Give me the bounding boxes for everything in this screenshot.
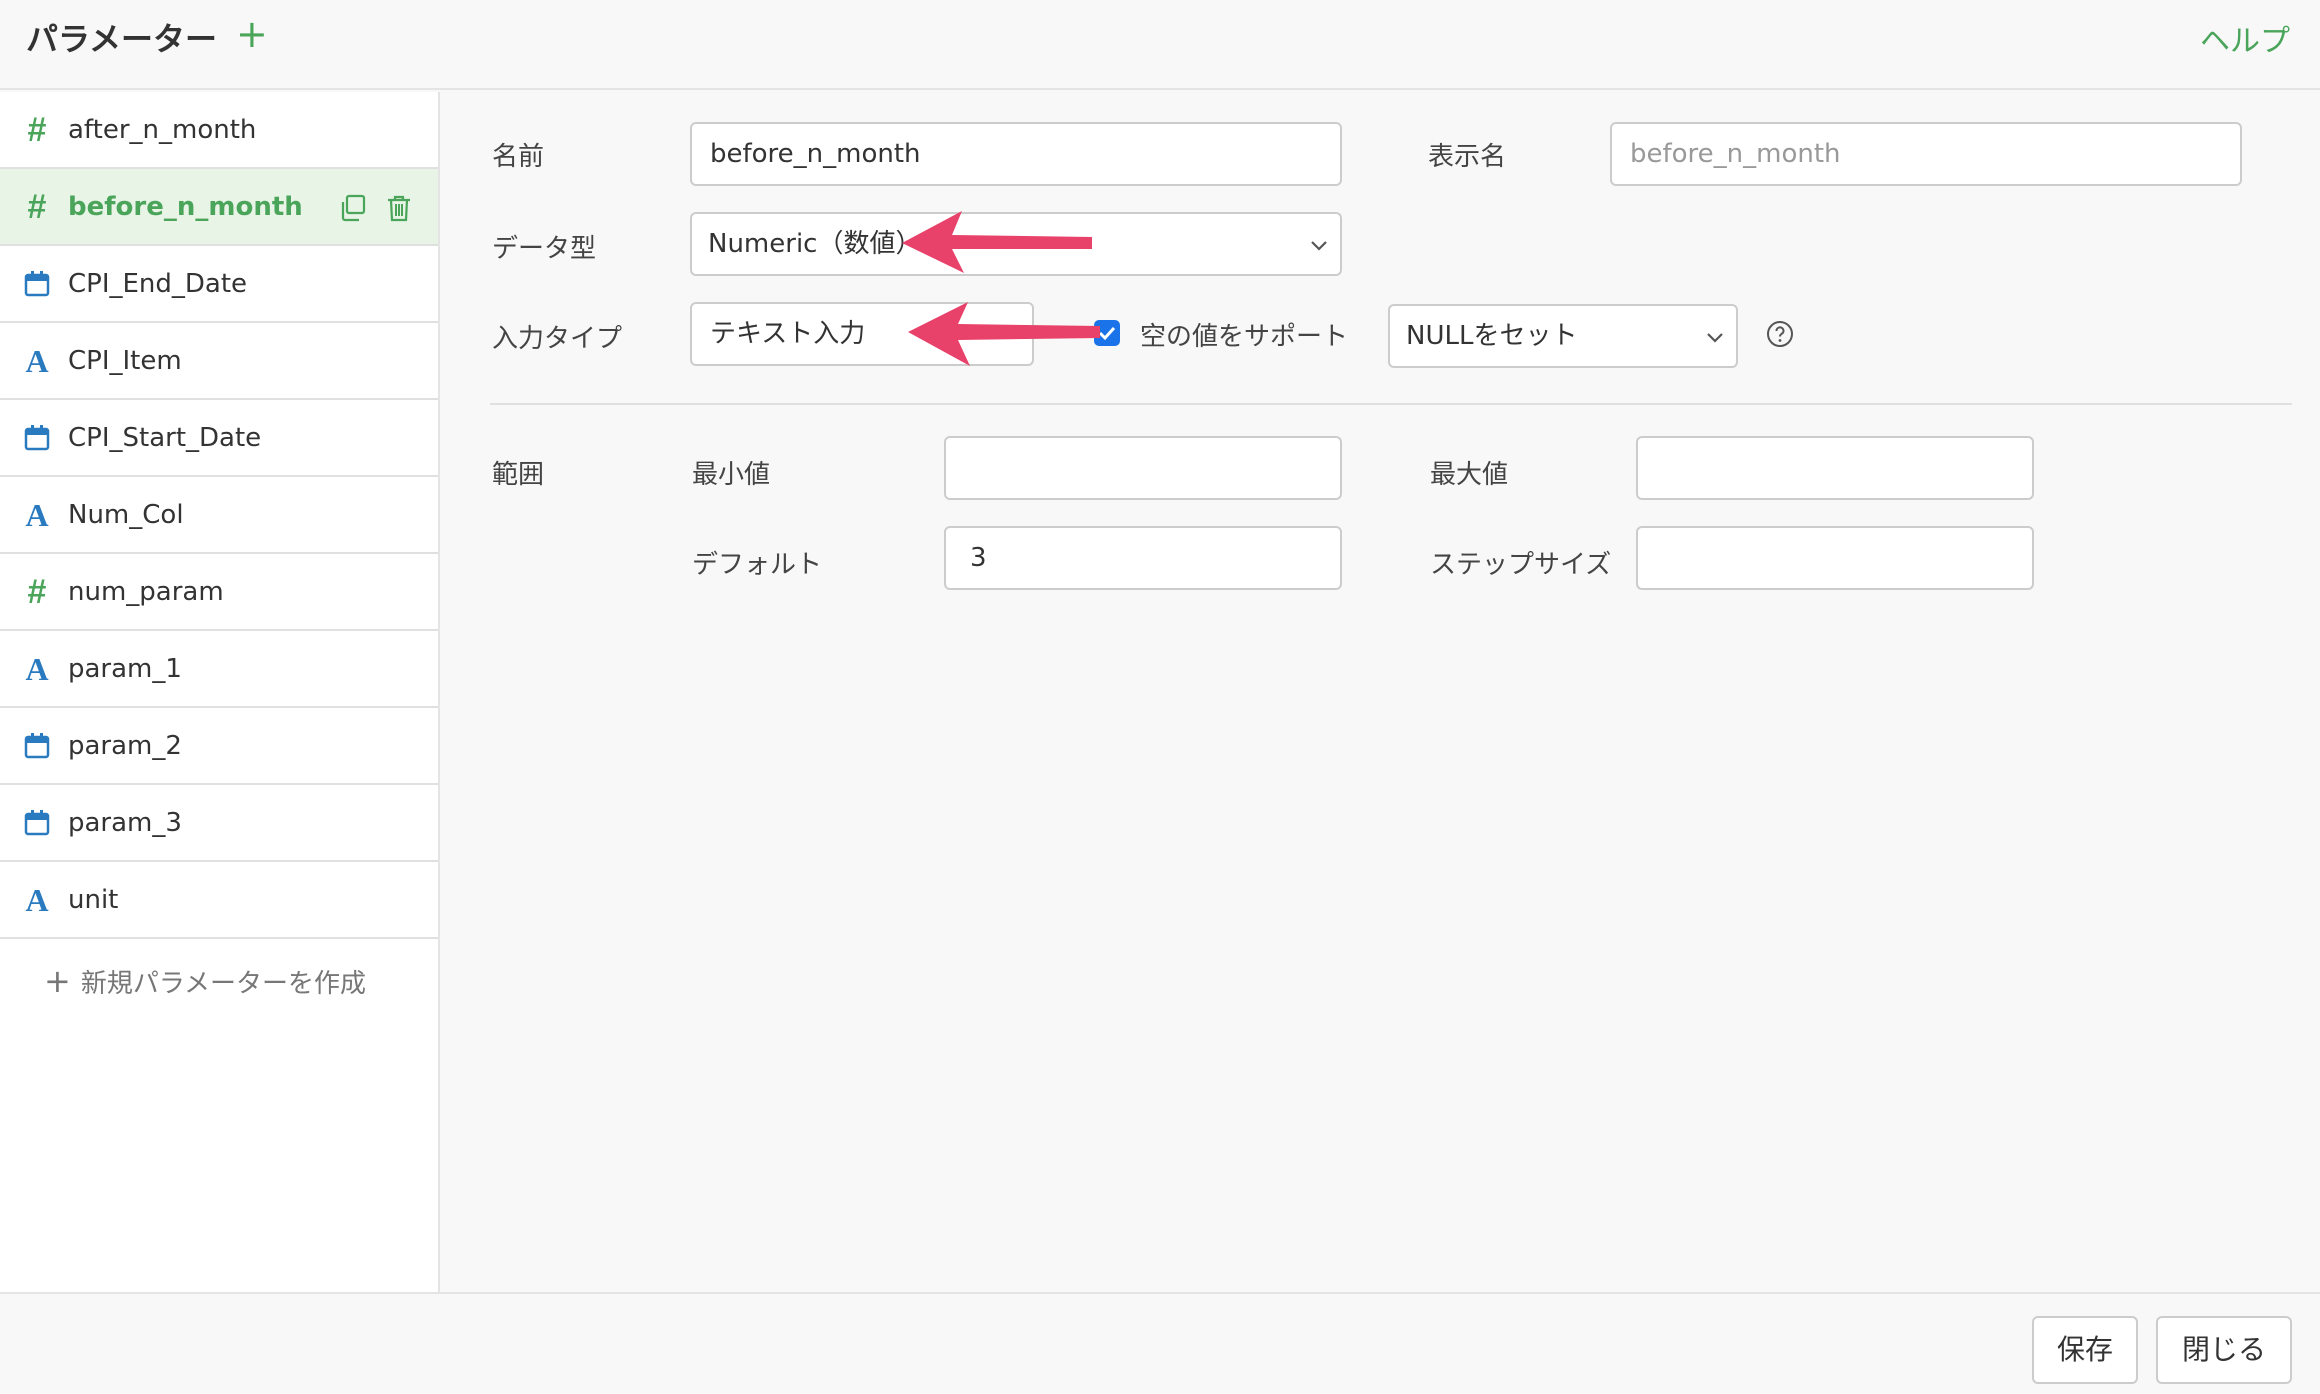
min-value-input[interactable] <box>944 436 1342 500</box>
name-input[interactable]: before_n_month <box>690 122 1342 186</box>
trash-icon[interactable] <box>384 193 414 223</box>
section-divider <box>490 403 2292 405</box>
sidebar-item-label: param_1 <box>68 654 182 684</box>
data-type-label: データ型 <box>492 234 597 264</box>
null-option-value: NULLをセット <box>1406 321 1578 351</box>
sidebar-item-param-2[interactable]: param_2 <box>0 708 438 785</box>
calendar-icon <box>24 733 50 759</box>
display-name-label: 表示名 <box>1428 142 1507 172</box>
plus-icon: + <box>44 962 71 1000</box>
close-button[interactable]: 閉じる <box>2156 1316 2292 1384</box>
sidebar-item-label: param_2 <box>68 731 182 761</box>
sidebar-item-label: CPI_End_Date <box>68 269 248 299</box>
step-size-label: ステップサイズ <box>1430 550 1612 580</box>
sidebar-item-unit[interactable]: A unit <box>0 862 438 939</box>
hash-icon: # <box>27 187 47 226</box>
new-parameter-button[interactable]: + 新規パラメーターを作成 <box>44 962 366 1000</box>
sidebar-item-cpi-end-date[interactable]: CPI_End_Date <box>0 246 438 323</box>
chevron-down-icon <box>1311 241 1327 251</box>
sidebar-item-label: CPI_Start_Date <box>68 423 262 453</box>
name-label: 名前 <box>492 142 545 172</box>
chevron-down-icon <box>1707 333 1723 343</box>
calendar-icon <box>24 810 50 836</box>
parameter-sidebar: # after_n_month # before_n_month CPI_End… <box>0 92 440 1292</box>
copy-icon[interactable] <box>338 193 368 223</box>
sidebar-item-label: CPI_Item <box>68 346 182 376</box>
dialog-header: パラメーター + ヘルプ <box>0 0 2320 90</box>
empty-value-label: 空の値をサポート <box>1140 322 1349 352</box>
step-size-input[interactable] <box>1636 526 2034 590</box>
max-value-input[interactable] <box>1636 436 2034 500</box>
sidebar-item-label: num_param <box>68 577 224 607</box>
input-type-label: 入力タイプ <box>492 324 623 354</box>
max-label: 最大値 <box>1430 460 1509 490</box>
sidebar-item-num-param[interactable]: # num_param <box>0 554 438 631</box>
sidebar-item-label: Num_Col <box>68 500 184 530</box>
data-type-value: Numeric（数値） <box>708 229 922 259</box>
calendar-icon <box>24 425 50 451</box>
check-icon <box>1098 326 1116 341</box>
sidebar-item-param-1[interactable]: A param_1 <box>0 631 438 708</box>
default-label: デフォルト <box>692 550 823 580</box>
hash-icon: # <box>27 110 47 149</box>
help-icon[interactable] <box>1766 320 1794 348</box>
calendar-icon <box>24 271 50 297</box>
sidebar-item-label: after_n_month <box>68 115 257 145</box>
sidebar-item-after-n-month[interactable]: # after_n_month <box>0 92 438 169</box>
null-option-select[interactable]: NULLをセット <box>1388 304 1738 368</box>
text-type-icon: A <box>25 496 49 533</box>
sidebar-item-before-n-month[interactable]: # before_n_month <box>0 169 438 246</box>
help-link[interactable]: ヘルプ <box>2200 16 2290 60</box>
sidebar-item-label: before_n_month <box>68 192 303 222</box>
default-value-input[interactable]: 3 <box>944 526 1342 590</box>
save-button[interactable]: 保存 <box>2032 1316 2138 1384</box>
sidebar-item-param-3[interactable]: param_3 <box>0 785 438 862</box>
min-label: 最小値 <box>692 460 771 490</box>
plus-icon[interactable]: + <box>236 14 268 54</box>
dialog-title: パラメーター <box>26 20 218 58</box>
text-type-icon: A <box>25 342 49 379</box>
sidebar-item-cpi-start-date[interactable]: CPI_Start_Date <box>0 400 438 477</box>
input-type-field[interactable]: テキスト入力 <box>690 302 1034 366</box>
text-type-icon: A <box>25 881 49 918</box>
display-name-input[interactable]: before_n_month <box>1610 122 2242 186</box>
new-parameter-label: 新規パラメーターを作成 <box>80 969 367 999</box>
data-type-select[interactable]: Numeric（数値） <box>690 212 1342 276</box>
range-label: 範囲 <box>492 460 545 490</box>
sidebar-item-cpi-item[interactable]: A CPI_Item <box>0 323 438 400</box>
empty-value-checkbox[interactable] <box>1094 320 1120 346</box>
dialog-footer: 保存 閉じる <box>0 1292 2320 1394</box>
text-type-icon: A <box>25 650 49 687</box>
hash-icon: # <box>27 572 47 611</box>
sidebar-item-label: param_3 <box>68 808 182 838</box>
sidebar-item-label: unit <box>68 885 119 915</box>
sidebar-item-num-col[interactable]: A Num_Col <box>0 477 438 554</box>
